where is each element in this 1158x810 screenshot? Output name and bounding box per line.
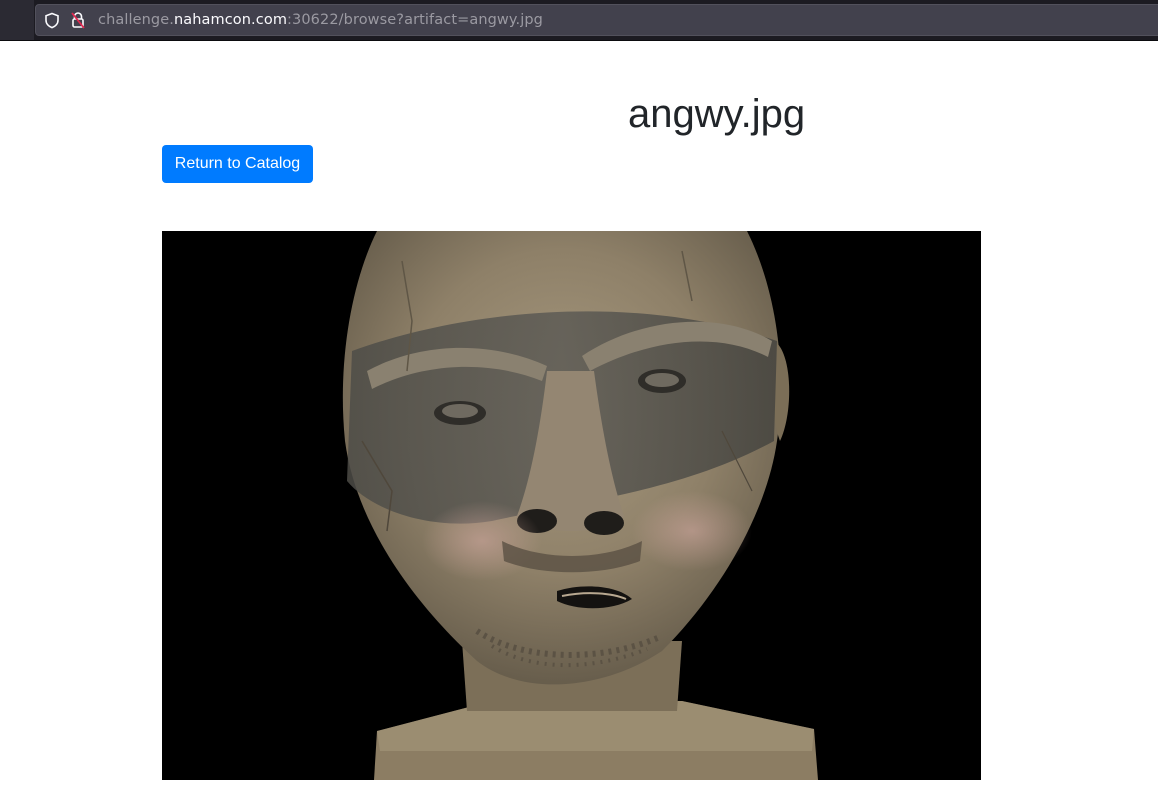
insecure-lock-icon[interactable] xyxy=(70,11,86,34)
artifact-image xyxy=(162,231,981,780)
shield-icon[interactable] xyxy=(44,12,60,34)
toolbar-edge xyxy=(0,0,34,40)
url-path: :30622/browse?artifact=angwy.jpg xyxy=(287,12,543,28)
url-prefix: challenge. xyxy=(98,12,174,28)
url-host: nahamcon.com xyxy=(173,12,288,28)
browser-toolbar: challenge.nahamcon.com:30622/browse?arti… xyxy=(0,0,1158,41)
return-to-catalog-button[interactable]: Return to Catalog xyxy=(162,145,313,183)
address-bar[interactable]: challenge.nahamcon.com:30622/browse?arti… xyxy=(35,4,1158,36)
carved-figure-illustration xyxy=(162,231,981,780)
url-text[interactable]: challenge.nahamcon.com:30622/browse?arti… xyxy=(98,12,543,28)
page-title: angwy.jpg xyxy=(628,92,806,136)
